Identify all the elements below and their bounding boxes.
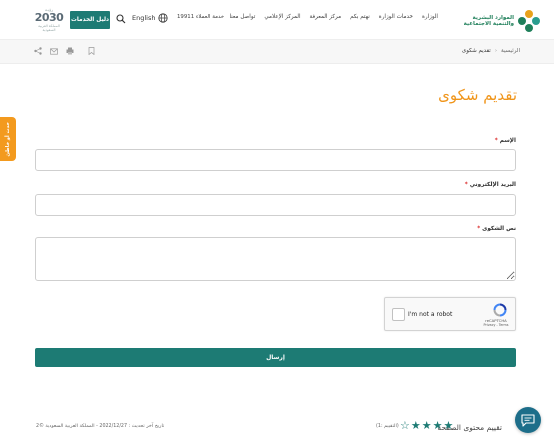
star-filled-icon[interactable]: ★ <box>422 420 432 432</box>
vision-2030-logo: رؤيـة 2030 المملكة العربية السعودية <box>32 7 66 32</box>
last-update-text: تاريخ آخر تحديث : 2022/12/27 - المملكة ا… <box>36 424 165 429</box>
star-filled-icon[interactable]: ★ <box>444 420 454 432</box>
site-header: الموارد البشرية والتنمية الاجتماعية الوز… <box>0 0 554 40</box>
side-feedback-tab[interactable]: حدث أو خاطئ <box>0 117 16 161</box>
chat-button[interactable] <box>515 407 541 433</box>
recaptcha-widget: I'm not a robot reCAPTCHA Privacy - Term… <box>384 297 516 331</box>
side-tab-label: حدث أو خاطئ <box>5 121 11 157</box>
customer-service-number[interactable]: خدمة العملاء 19911 <box>177 14 224 20</box>
rating-stars[interactable]: ☆ ★ ★ ★ ★ <box>400 420 453 432</box>
ministry-logo-text: الموارد البشرية والتنمية الاجتماعية <box>464 15 514 28</box>
complaint-label-text: نص الشكوى <box>482 226 516 232</box>
star-filled-icon[interactable]: ★ <box>411 420 421 432</box>
nav-item-we-care[interactable]: نهتم بكم <box>350 14 370 20</box>
chat-bubble-icon <box>521 413 535 427</box>
vision-number: 2030 <box>34 11 64 24</box>
breadcrumb-home[interactable]: الرئيسية <box>501 48 520 54</box>
language-label: English <box>132 14 156 22</box>
complaint-label: نص الشكوى * <box>477 226 516 232</box>
rating-count: (التقييم :1) <box>376 424 399 429</box>
email-input[interactable] <box>35 194 516 216</box>
email-label-text: البريد الإلكتروني <box>469 182 516 188</box>
bookmark-icon[interactable] <box>88 47 95 55</box>
main-nav: الوزارة خدمات الوزارة نهتم بكم مركز المع… <box>229 14 438 20</box>
star-empty-icon[interactable]: ☆ <box>400 420 410 432</box>
name-label-text: الإسم <box>499 138 516 144</box>
vision-subtitle: المملكة العربية السعودية <box>38 24 60 32</box>
complaint-textarea[interactable] <box>35 237 516 281</box>
breadcrumb: الرئيسية › تقديم شكوى <box>462 48 520 54</box>
services-guide-button[interactable]: دليل الخدمات <box>70 11 110 29</box>
required-mark: * <box>477 226 481 232</box>
nav-item-services[interactable]: خدمات الوزارة <box>379 14 413 20</box>
name-label: الإسم * <box>495 138 516 144</box>
required-mark: * <box>464 182 468 188</box>
breadcrumb-current: تقديم شكوى <box>461 48 491 54</box>
nav-item-ministry[interactable]: الوزارة <box>422 14 438 20</box>
name-input[interactable] <box>35 149 516 171</box>
share-icon[interactable] <box>34 47 42 55</box>
submit-button[interactable]: إرسال <box>35 348 516 367</box>
nav-item-contact-us[interactable]: تواصل معنا <box>229 14 255 20</box>
email-label: البريد الإلكتروني * <box>465 182 516 188</box>
nav-item-knowledge-center[interactable]: مركز المعرفة <box>310 14 342 20</box>
globe-icon <box>158 13 169 23</box>
email-icon[interactable] <box>50 47 58 55</box>
recaptcha-links[interactable]: Privacy - Terms <box>481 323 511 327</box>
search-icon[interactable] <box>116 14 126 24</box>
ministry-logo[interactable]: الموارد البشرية والتنمية الاجتماعية <box>444 8 540 34</box>
ministry-emblem-icon <box>518 10 540 32</box>
nav-item-media-center[interactable]: المركز الإعلامي <box>264 14 300 20</box>
required-mark: * <box>494 138 498 144</box>
recaptcha-checkbox[interactable] <box>392 308 405 321</box>
print-icon[interactable] <box>66 47 74 55</box>
recaptcha-logo-icon <box>493 303 507 317</box>
breadcrumb-separator: › <box>494 48 498 54</box>
page-tools <box>34 47 95 55</box>
recaptcha-label: I'm not a robot <box>408 311 453 318</box>
ministry-name-line2: والتنمية الاجتماعية <box>463 21 514 27</box>
star-filled-icon[interactable]: ★ <box>433 420 443 432</box>
page-title: تقديم شكوى <box>438 86 517 104</box>
breadcrumb-bar: الرئيسية › تقديم شكوى <box>0 40 554 64</box>
language-switch[interactable]: English <box>132 13 169 23</box>
